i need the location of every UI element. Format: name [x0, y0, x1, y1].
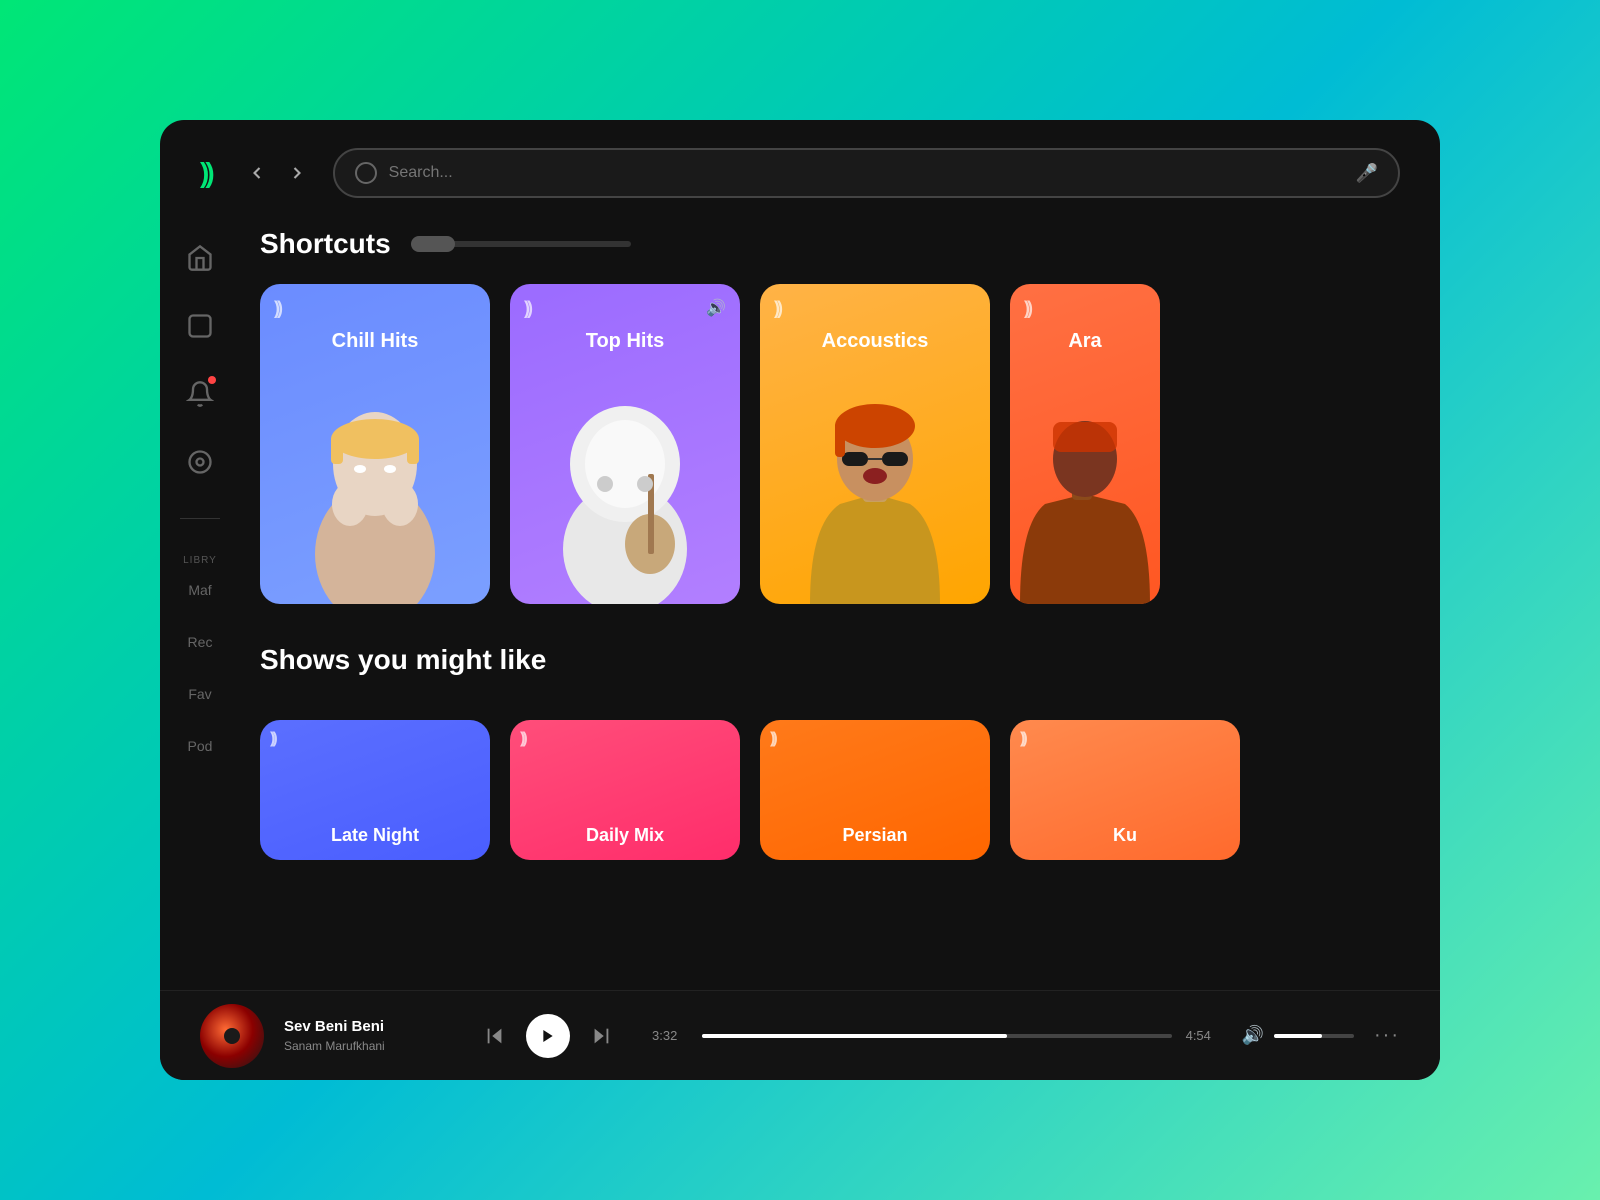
card-accoustics[interactable]: )) Accoustics	[760, 284, 990, 604]
next-button[interactable]	[590, 1025, 612, 1047]
shows-section-header: Shows you might like	[260, 644, 1400, 696]
arabic-art	[1010, 384, 1160, 604]
card-late-night[interactable]: )) Late Night	[260, 720, 490, 860]
prev-button[interactable]	[484, 1025, 506, 1047]
accoustics-music-icon: ))	[774, 298, 780, 319]
shortcuts-cards-row: )) Chill Hits	[260, 284, 1400, 604]
card-arabic[interactable]: )) Ara	[1010, 284, 1160, 604]
shortcuts-title: Shortcuts	[260, 228, 391, 260]
ku-icon: ))	[1020, 730, 1025, 748]
main-content: LIBRY Maf Rec Fav Pod Shortcuts )) Chill…	[160, 218, 1440, 1080]
top-hits-title: Top Hits	[510, 330, 740, 353]
volume-icon[interactable]: 🔊	[1242, 1025, 1264, 1046]
shortcuts-slider-thumb	[411, 236, 455, 252]
current-time: 3:32	[652, 1028, 688, 1043]
persian-icon: ))	[770, 730, 775, 748]
search-input[interactable]	[389, 164, 1344, 182]
card-ku[interactable]: )) Ku	[1010, 720, 1240, 860]
chill-music-icon: ))	[274, 298, 280, 319]
volume-fill	[1274, 1034, 1322, 1038]
ku-title: Ku	[1010, 825, 1240, 846]
play-button[interactable]	[526, 1014, 570, 1058]
shows-cards-row: )) Late Night )) Daily Mix )) Persian ))…	[260, 720, 1400, 860]
sidebar-item-made-for-you[interactable]: Maf	[160, 578, 240, 602]
top-bar: )) 🎤	[160, 120, 1440, 218]
track-info: Sev Beni Beni Sanam Marufkhani	[284, 1018, 444, 1053]
content-area: Shortcuts )) Chill Hits	[240, 218, 1440, 1080]
sidebar-item-podcasts[interactable]: Pod	[160, 734, 240, 758]
total-time: 4:54	[1186, 1028, 1222, 1043]
top-hits-art	[510, 384, 740, 604]
daily-mix-title: Daily Mix	[510, 825, 740, 846]
sidebar-item-home[interactable]	[180, 238, 220, 278]
notification-dot	[208, 376, 216, 384]
sidebar-item-favorites[interactable]: Fav	[160, 682, 240, 706]
search-circle-icon	[355, 162, 377, 184]
more-options-button[interactable]: ···	[1374, 1024, 1400, 1047]
sidebar-item-notifications[interactable]	[180, 374, 220, 414]
arabic-music-icon: ))	[1024, 298, 1030, 319]
back-button[interactable]	[241, 157, 273, 189]
late-night-title: Late Night	[260, 825, 490, 846]
chill-figure	[280, 384, 470, 604]
library-section-label: LIBRY	[183, 555, 217, 566]
forward-button[interactable]	[281, 157, 313, 189]
shortcuts-slider[interactable]	[411, 241, 631, 247]
accoustics-art	[760, 384, 990, 604]
card-chill-hits[interactable]: )) Chill Hits	[260, 284, 490, 604]
player-controls	[484, 1014, 612, 1058]
card-top-hits[interactable]: )) 🔊 Top Hits	[510, 284, 740, 604]
sidebar: LIBRY Maf Rec Fav Pod	[160, 218, 240, 1080]
shows-title: Shows you might like	[260, 644, 546, 676]
top-hits-volume-icon: 🔊	[706, 298, 726, 318]
chill-art	[260, 384, 490, 604]
album-art	[200, 1004, 264, 1068]
daily-mix-icon: ))	[520, 730, 525, 748]
progress-fill	[702, 1034, 1007, 1038]
sidebar-divider	[180, 518, 220, 519]
mic-icon[interactable]: 🎤	[1356, 163, 1378, 184]
sidebar-item-recent[interactable]: Rec	[160, 630, 240, 654]
arabic-title: Ara	[1010, 330, 1160, 353]
search-bar[interactable]: 🎤	[333, 148, 1400, 198]
astronaut-figure	[530, 384, 720, 604]
volume-bar[interactable]	[1274, 1034, 1354, 1038]
arabic-figure	[1010, 384, 1160, 604]
track-name: Sev Beni Beni	[284, 1018, 444, 1035]
track-artist: Sanam Marufkhani	[284, 1039, 444, 1053]
sidebar-item-library[interactable]	[180, 442, 220, 482]
album-art-hole	[224, 1028, 240, 1044]
progress-bar[interactable]	[702, 1034, 1172, 1038]
player-bar: Sev Beni Beni Sanam Marufkhani 3:32 4:54…	[160, 990, 1440, 1080]
sidebar-item-browse[interactable]	[180, 306, 220, 346]
nav-arrows	[241, 157, 313, 189]
card-persian[interactable]: )) Persian	[760, 720, 990, 860]
logo-icon: ))	[200, 157, 211, 189]
gold-figure	[780, 384, 970, 604]
app-logo: ))	[200, 157, 211, 189]
top-hits-music-icon: ))	[524, 298, 530, 319]
accoustics-title: Accoustics	[760, 330, 990, 353]
progress-section: 3:32 4:54	[652, 1028, 1222, 1043]
app-window: )) 🎤	[160, 120, 1440, 1080]
shortcuts-section-header: Shortcuts	[260, 228, 1400, 260]
chill-title: Chill Hits	[260, 330, 490, 353]
card-daily-mix[interactable]: )) Daily Mix	[510, 720, 740, 860]
volume-section: 🔊	[1242, 1025, 1354, 1046]
late-night-icon: ))	[270, 730, 275, 748]
persian-title: Persian	[760, 825, 990, 846]
